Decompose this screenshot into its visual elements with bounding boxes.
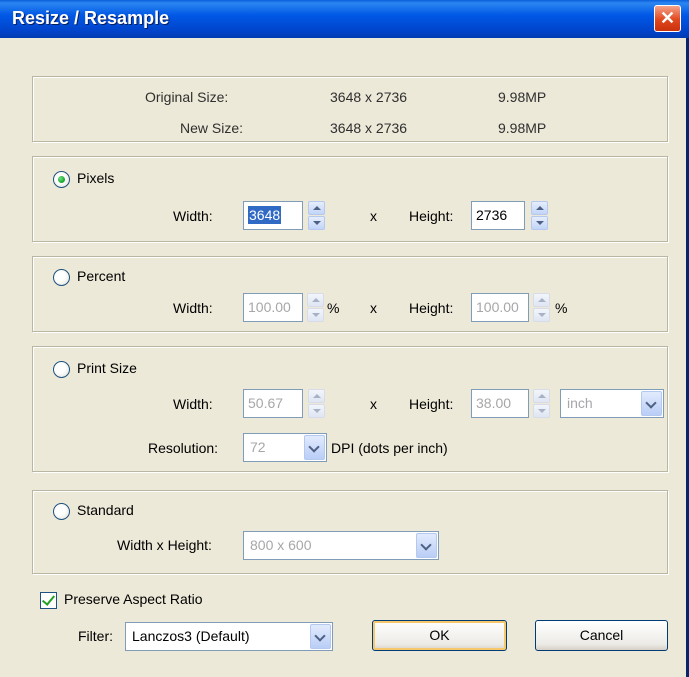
close-icon: ✕ xyxy=(659,8,676,28)
pixels-group: Pixels Width: 3648 x Height: 2736 xyxy=(32,156,668,242)
spin-down-icon[interactable] xyxy=(307,308,324,322)
spin-up-icon[interactable] xyxy=(533,389,550,403)
spin-up-icon[interactable] xyxy=(307,293,324,307)
cancel-button[interactable]: Cancel xyxy=(535,620,668,651)
print-unit-value: inch xyxy=(567,395,593,411)
pixels-label[interactable]: Pixels xyxy=(77,170,114,186)
dialog-body: Original Size: 3648 x 2736 9.98MP New Si… xyxy=(8,38,683,677)
resolution-label: Resolution: xyxy=(148,440,219,456)
percent-height-spinner[interactable] xyxy=(533,293,550,322)
pixels-width-input[interactable]: 3648 xyxy=(243,201,303,230)
percent-width-spinner[interactable] xyxy=(307,293,324,322)
new-size-label: New Size: xyxy=(180,120,244,136)
pixels-height-input[interactable]: 2736 xyxy=(471,201,525,230)
percent-label[interactable]: Percent xyxy=(77,268,125,284)
spin-down-icon[interactable] xyxy=(531,216,548,230)
spin-down-icon[interactable] xyxy=(308,404,325,418)
spin-down-icon[interactable] xyxy=(533,308,550,322)
pixels-width-label: Width: xyxy=(173,208,213,224)
title-bar[interactable]: Resize / Resample ✕ xyxy=(0,0,689,38)
standard-size-select[interactable]: 800 x 600 xyxy=(243,531,439,560)
percent-width-input[interactable]: 100.00 xyxy=(243,293,303,322)
percent-width-unit: % xyxy=(327,300,340,316)
ok-button[interactable]: OK xyxy=(372,620,507,651)
percent-height-input[interactable]: 100.00 xyxy=(471,293,529,322)
chevron-down-icon[interactable] xyxy=(641,391,662,416)
dialog-title: Resize / Resample xyxy=(12,8,170,28)
print-height-label: Height: xyxy=(409,396,454,412)
new-size-dims: 3648 x 2736 xyxy=(330,120,408,136)
pixels-radio[interactable] xyxy=(53,171,70,188)
spin-up-icon[interactable] xyxy=(308,389,325,403)
spin-up-icon[interactable] xyxy=(531,201,548,215)
spin-down-icon[interactable] xyxy=(308,216,325,230)
print-size-radio[interactable] xyxy=(53,361,70,378)
chevron-down-icon[interactable] xyxy=(310,624,331,649)
spin-up-icon[interactable] xyxy=(308,201,325,215)
chevron-down-icon[interactable] xyxy=(304,435,325,460)
percent-x-separator: x xyxy=(370,300,377,316)
standard-radio[interactable] xyxy=(53,503,70,520)
print-size-label[interactable]: Print Size xyxy=(77,360,137,376)
filter-select[interactable]: Lanczos3 (Default) xyxy=(125,622,333,651)
chevron-down-icon[interactable] xyxy=(416,533,437,558)
pixels-width-spinner[interactable] xyxy=(308,201,325,230)
size-info-group: Original Size: 3648 x 2736 9.98MP New Si… xyxy=(32,76,668,142)
preserve-aspect-label[interactable]: Preserve Aspect Ratio xyxy=(64,591,203,607)
original-size-mp: 9.98MP xyxy=(498,89,547,105)
spin-up-icon[interactable] xyxy=(533,293,550,307)
print-width-input[interactable]: 50.67 xyxy=(243,389,303,418)
print-height-input[interactable]: 38.00 xyxy=(471,389,529,418)
standard-wh-label: Width x Height: xyxy=(117,537,212,553)
print-width-label: Width: xyxy=(173,396,213,412)
percent-height-unit: % xyxy=(555,300,568,316)
pixels-height-label: Height: xyxy=(409,208,454,224)
spin-down-icon[interactable] xyxy=(533,404,550,418)
resize-dialog: Resize / Resample ✕ Original Size: 3648 … xyxy=(0,0,689,677)
resolution-unit-label: DPI (dots per inch) xyxy=(331,440,448,456)
radio-dot-icon xyxy=(58,176,65,183)
original-size-dims: 3648 x 2736 xyxy=(330,89,408,105)
percent-width-label: Width: xyxy=(173,300,213,316)
print-height-spinner[interactable] xyxy=(533,389,550,418)
preserve-aspect-checkbox[interactable] xyxy=(40,592,57,609)
resolution-select[interactable]: 72 xyxy=(243,433,327,462)
standard-group: Standard Width x Height: 800 x 600 xyxy=(32,490,668,574)
pixels-height-spinner[interactable] xyxy=(531,201,548,230)
print-x-separator: x xyxy=(370,396,377,412)
print-unit-select[interactable]: inch xyxy=(560,389,664,418)
pixels-x-separator: x xyxy=(370,208,377,224)
filter-value: Lanczos3 (Default) xyxy=(132,628,250,644)
percent-radio[interactable] xyxy=(53,269,70,286)
print-width-spinner[interactable] xyxy=(308,389,325,418)
percent-group: Percent Width: 100.00 % x Height: 100.00… xyxy=(32,256,668,332)
print-size-group: Print Size Width: 50.67 x Height: 38.00 … xyxy=(32,346,668,472)
new-size-mp: 9.98MP xyxy=(498,120,547,136)
filter-label: Filter: xyxy=(78,628,113,644)
standard-label[interactable]: Standard xyxy=(77,502,134,518)
standard-size-value: 800 x 600 xyxy=(250,537,312,553)
resolution-value: 72 xyxy=(250,439,266,455)
original-size-label: Original Size: xyxy=(145,89,229,105)
close-button[interactable]: ✕ xyxy=(654,5,681,32)
percent-height-label: Height: xyxy=(409,300,454,316)
